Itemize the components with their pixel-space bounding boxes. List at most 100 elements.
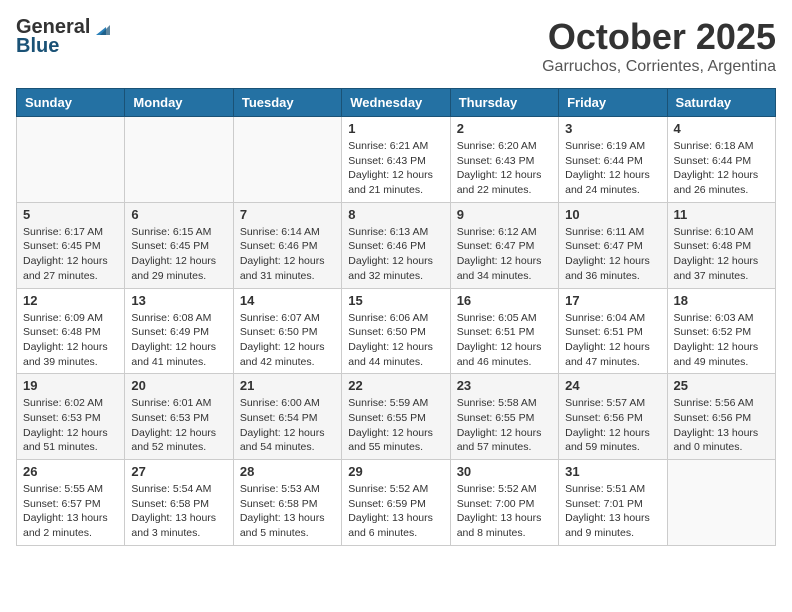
calendar-cell: 15Sunrise: 6:06 AM Sunset: 6:50 PM Dayli… <box>342 288 450 374</box>
day-number: 3 <box>565 121 660 136</box>
day-number: 19 <box>23 378 118 393</box>
calendar-cell: 9Sunrise: 6:12 AM Sunset: 6:47 PM Daylig… <box>450 202 558 288</box>
day-info: Sunrise: 6:18 AM Sunset: 6:44 PM Dayligh… <box>674 139 769 198</box>
day-number: 7 <box>240 207 335 222</box>
day-info: Sunrise: 6:17 AM Sunset: 6:45 PM Dayligh… <box>23 225 118 284</box>
day-number: 20 <box>131 378 226 393</box>
day-number: 5 <box>23 207 118 222</box>
calendar-cell: 8 Sunrise: 6:13 AM Sunset: 6:46 PM Daylig… <box>342 202 450 288</box>
calendar-header-row: SundayMondayTuesdayWednesdayThursdayFrid… <box>17 89 776 117</box>
day-number: 25 <box>674 378 769 393</box>
day-info: Sunrise: 6:15 AM Sunset: 6:45 PM Dayligh… <box>131 225 226 284</box>
calendar-day-header: Sunday <box>17 89 125 117</box>
calendar-cell: 7 Sunrise: 6:14 AM Sunset: 6:46 PM Daylig… <box>233 202 341 288</box>
month-title: October 2025 <box>542 16 776 58</box>
day-info: Sunrise: 6:14 AM Sunset: 6:46 PM Dayligh… <box>240 225 335 284</box>
calendar-cell: 30Sunrise: 5:52 AM Sunset: 7:00 PM Dayli… <box>450 460 558 546</box>
day-number: 27 <box>131 464 226 479</box>
calendar-week-row: 19Sunrise: 6:02 AM Sunset: 6:53 PM Dayli… <box>17 374 776 460</box>
day-number: 10 <box>565 207 660 222</box>
calendar-day-header: Tuesday <box>233 89 341 117</box>
calendar-cell: 19Sunrise: 6:02 AM Sunset: 6:53 PM Dayli… <box>17 374 125 460</box>
day-number: 11 <box>674 207 769 222</box>
calendar-cell: 13 Sunrise: 6:08 AM Sunset: 6:49 PM Dayli… <box>125 288 233 374</box>
day-info: Sunrise: 6:07 AM Sunset: 6:50 PM Dayligh… <box>240 311 335 370</box>
day-number: 18 <box>674 293 769 308</box>
day-number: 31 <box>565 464 660 479</box>
calendar-day-header: Wednesday <box>342 89 450 117</box>
calendar-cell: 12Sunrise: 6:09 AM Sunset: 6:48 PM Dayli… <box>17 288 125 374</box>
day-number: 16 <box>457 293 552 308</box>
location-title: Garruchos, Corrientes, Argentina <box>542 58 776 76</box>
day-info: Sunrise: 5:58 AM Sunset: 6:55 PM Dayligh… <box>457 396 552 455</box>
calendar-day-header: Thursday <box>450 89 558 117</box>
calendar-cell: 18 Sunrise: 6:03 AM Sunset: 6:52 PM Dayli… <box>667 288 775 374</box>
calendar-cell: 28 Sunrise: 5:53 AM Sunset: 6:58 PM Dayli… <box>233 460 341 546</box>
page-header: General Blue October 2025 Garruchos, Cor… <box>16 16 776 76</box>
day-info: Sunrise: 6:21 AM Sunset: 6:43 PM Dayligh… <box>348 139 443 198</box>
calendar-cell: 21 Sunrise: 6:00 AM Sunset: 6:54 PM Dayli… <box>233 374 341 460</box>
calendar-cell: 27 Sunrise: 5:54 AM Sunset: 6:58 PM Dayli… <box>125 460 233 546</box>
calendar-body: 1Sunrise: 6:21 AM Sunset: 6:43 PM Daylig… <box>17 117 776 546</box>
day-number: 21 <box>240 378 335 393</box>
logo-icon <box>92 19 110 37</box>
day-number: 9 <box>457 207 552 222</box>
calendar-cell: 24 Sunrise: 5:57 AM Sunset: 6:56 PM Dayli… <box>559 374 667 460</box>
day-number: 14 <box>240 293 335 308</box>
day-info: Sunrise: 6:03 AM Sunset: 6:52 PM Dayligh… <box>674 311 769 370</box>
calendar-week-row: 26Sunrise: 5:55 AM Sunset: 6:57 PM Dayli… <box>17 460 776 546</box>
calendar-cell: 11 Sunrise: 6:10 AM Sunset: 6:48 PM Dayli… <box>667 202 775 288</box>
day-number: 4 <box>674 121 769 136</box>
calendar-cell: 25 Sunrise: 5:56 AM Sunset: 6:56 PM Dayli… <box>667 374 775 460</box>
day-info: Sunrise: 6:10 AM Sunset: 6:48 PM Dayligh… <box>674 225 769 284</box>
calendar-cell: 16 Sunrise: 6:05 AM Sunset: 6:51 PM Dayli… <box>450 288 558 374</box>
calendar-week-row: 12Sunrise: 6:09 AM Sunset: 6:48 PM Dayli… <box>17 288 776 374</box>
day-info: Sunrise: 6:04 AM Sunset: 6:51 PM Dayligh… <box>565 311 660 370</box>
day-number: 8 <box>348 207 443 222</box>
calendar-day-header: Saturday <box>667 89 775 117</box>
day-info: Sunrise: 5:54 AM Sunset: 6:58 PM Dayligh… <box>131 482 226 541</box>
day-number: 22 <box>348 378 443 393</box>
day-info: Sunrise: 6:13 AM Sunset: 6:46 PM Dayligh… <box>348 225 443 284</box>
day-info: Sunrise: 5:57 AM Sunset: 6:56 PM Dayligh… <box>565 396 660 455</box>
day-number: 13 <box>131 293 226 308</box>
calendar-table: SundayMondayTuesdayWednesdayThursdayFrid… <box>16 88 776 546</box>
day-number: 12 <box>23 293 118 308</box>
calendar-cell <box>125 117 233 203</box>
calendar-cell: 22 Sunrise: 5:59 AM Sunset: 6:55 PM Dayli… <box>342 374 450 460</box>
day-number: 24 <box>565 378 660 393</box>
day-info: Sunrise: 5:52 AM Sunset: 6:59 PM Dayligh… <box>348 482 443 541</box>
day-info: Sunrise: 6:05 AM Sunset: 6:51 PM Dayligh… <box>457 311 552 370</box>
calendar-cell: 6 Sunrise: 6:15 AM Sunset: 6:45 PM Daylig… <box>125 202 233 288</box>
day-info: Sunrise: 6:06 AM Sunset: 6:50 PM Dayligh… <box>348 311 443 370</box>
calendar-cell: 1Sunrise: 6:21 AM Sunset: 6:43 PM Daylig… <box>342 117 450 203</box>
title-section: October 2025 Garruchos, Corrientes, Arge… <box>542 16 776 76</box>
logo-blue-text: Blue <box>16 35 59 58</box>
day-info: Sunrise: 5:55 AM Sunset: 6:57 PM Dayligh… <box>23 482 118 541</box>
calendar-day-header: Friday <box>559 89 667 117</box>
day-number: 23 <box>457 378 552 393</box>
day-info: Sunrise: 6:20 AM Sunset: 6:43 PM Dayligh… <box>457 139 552 198</box>
day-info: Sunrise: 6:19 AM Sunset: 6:44 PM Dayligh… <box>565 139 660 198</box>
day-info: Sunrise: 5:56 AM Sunset: 6:56 PM Dayligh… <box>674 396 769 455</box>
calendar-cell: 26Sunrise: 5:55 AM Sunset: 6:57 PM Dayli… <box>17 460 125 546</box>
day-info: Sunrise: 6:00 AM Sunset: 6:54 PM Dayligh… <box>240 396 335 455</box>
day-number: 29 <box>348 464 443 479</box>
day-number: 30 <box>457 464 552 479</box>
calendar-cell <box>17 117 125 203</box>
calendar-cell: 4 Sunrise: 6:18 AM Sunset: 6:44 PM Daylig… <box>667 117 775 203</box>
day-info: Sunrise: 6:11 AM Sunset: 6:47 PM Dayligh… <box>565 225 660 284</box>
calendar-week-row: 5 Sunrise: 6:17 AM Sunset: 6:45 PM Daylig… <box>17 202 776 288</box>
day-number: 2 <box>457 121 552 136</box>
day-info: Sunrise: 5:53 AM Sunset: 6:58 PM Dayligh… <box>240 482 335 541</box>
calendar-cell <box>233 117 341 203</box>
calendar-cell: 17 Sunrise: 6:04 AM Sunset: 6:51 PM Dayli… <box>559 288 667 374</box>
day-number: 6 <box>131 207 226 222</box>
day-number: 17 <box>565 293 660 308</box>
calendar-cell: 10 Sunrise: 6:11 AM Sunset: 6:47 PM Dayli… <box>559 202 667 288</box>
calendar-cell: 5 Sunrise: 6:17 AM Sunset: 6:45 PM Daylig… <box>17 202 125 288</box>
calendar-cell: 29 Sunrise: 5:52 AM Sunset: 6:59 PM Dayli… <box>342 460 450 546</box>
day-info: Sunrise: 5:59 AM Sunset: 6:55 PM Dayligh… <box>348 396 443 455</box>
day-number: 28 <box>240 464 335 479</box>
day-info: Sunrise: 6:08 AM Sunset: 6:49 PM Dayligh… <box>131 311 226 370</box>
